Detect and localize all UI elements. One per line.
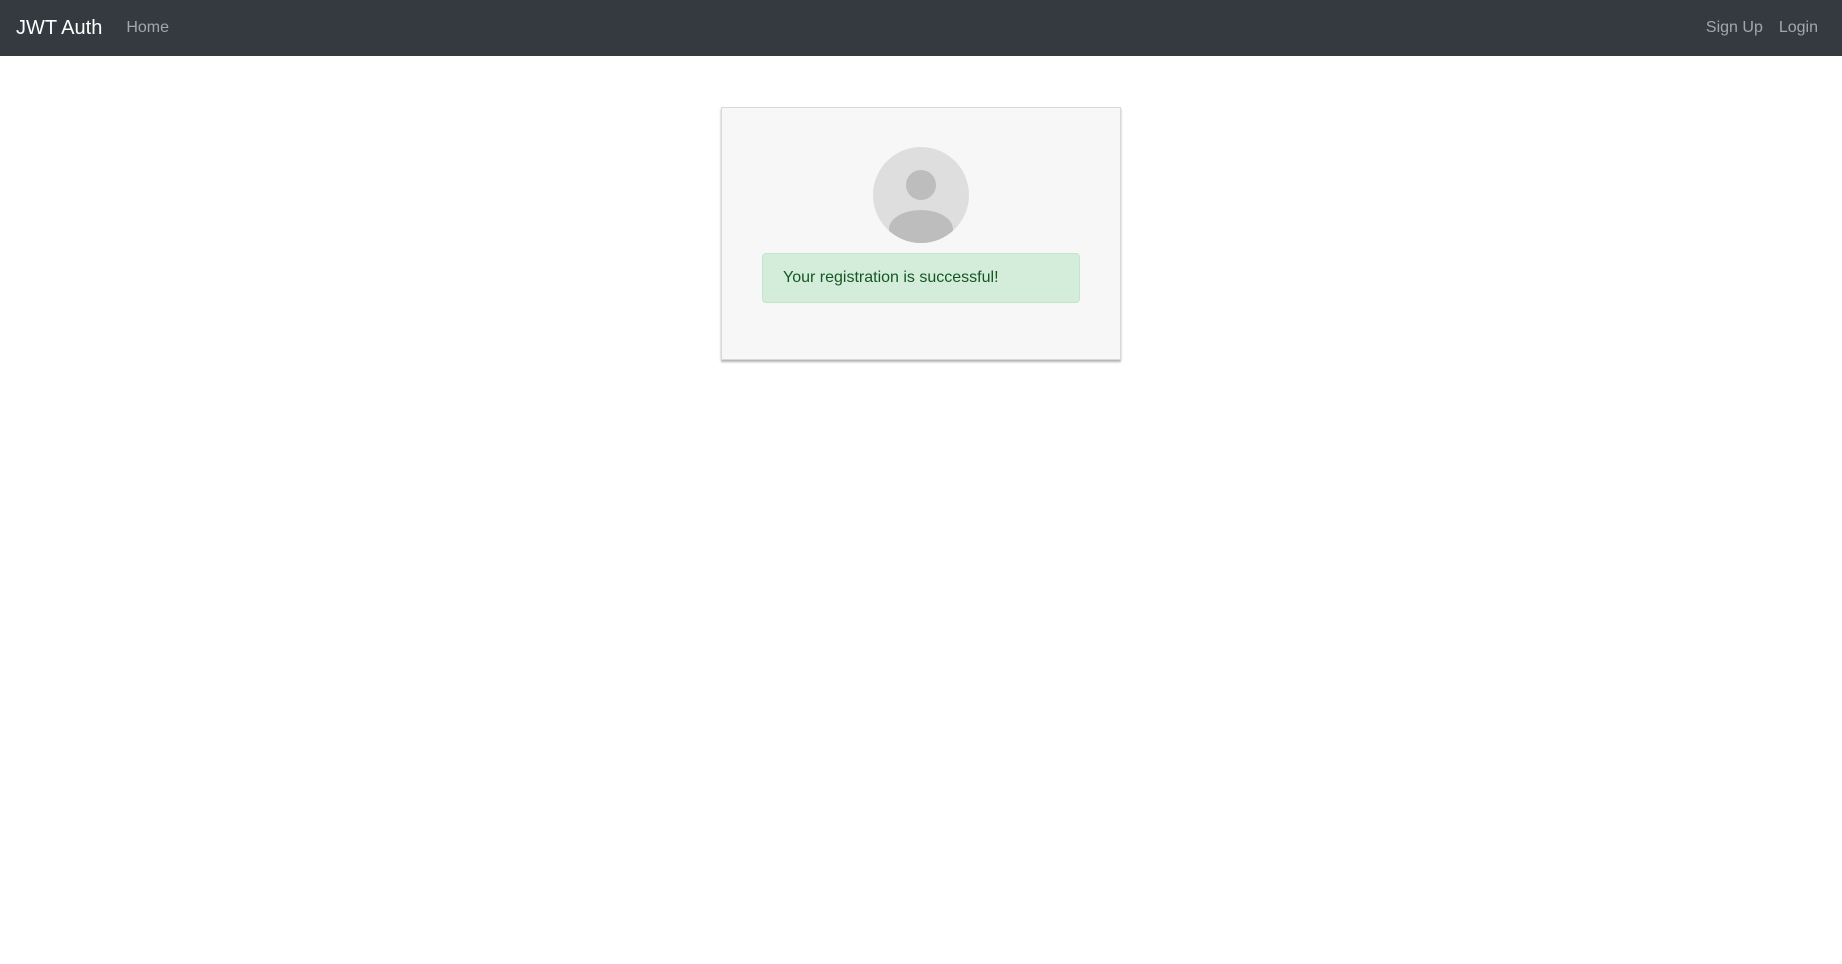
success-alert: Your registration is successful! <box>762 253 1080 303</box>
user-avatar-icon <box>873 147 969 243</box>
navbar-left: JWT Auth Home <box>16 17 169 40</box>
top-navbar: JWT Auth Home Sign Up Login <box>0 0 1842 56</box>
registration-card: Your registration is successful! <box>721 107 1121 360</box>
nav-home-link[interactable]: Home <box>126 19 169 37</box>
avatar-svg <box>889 170 953 243</box>
navbar-right: Sign Up Login <box>1706 19 1826 37</box>
brand-link[interactable]: JWT Auth <box>16 17 102 40</box>
nav-signup-link[interactable]: Sign Up <box>1706 19 1763 37</box>
nav-login-link[interactable]: Login <box>1779 19 1818 37</box>
